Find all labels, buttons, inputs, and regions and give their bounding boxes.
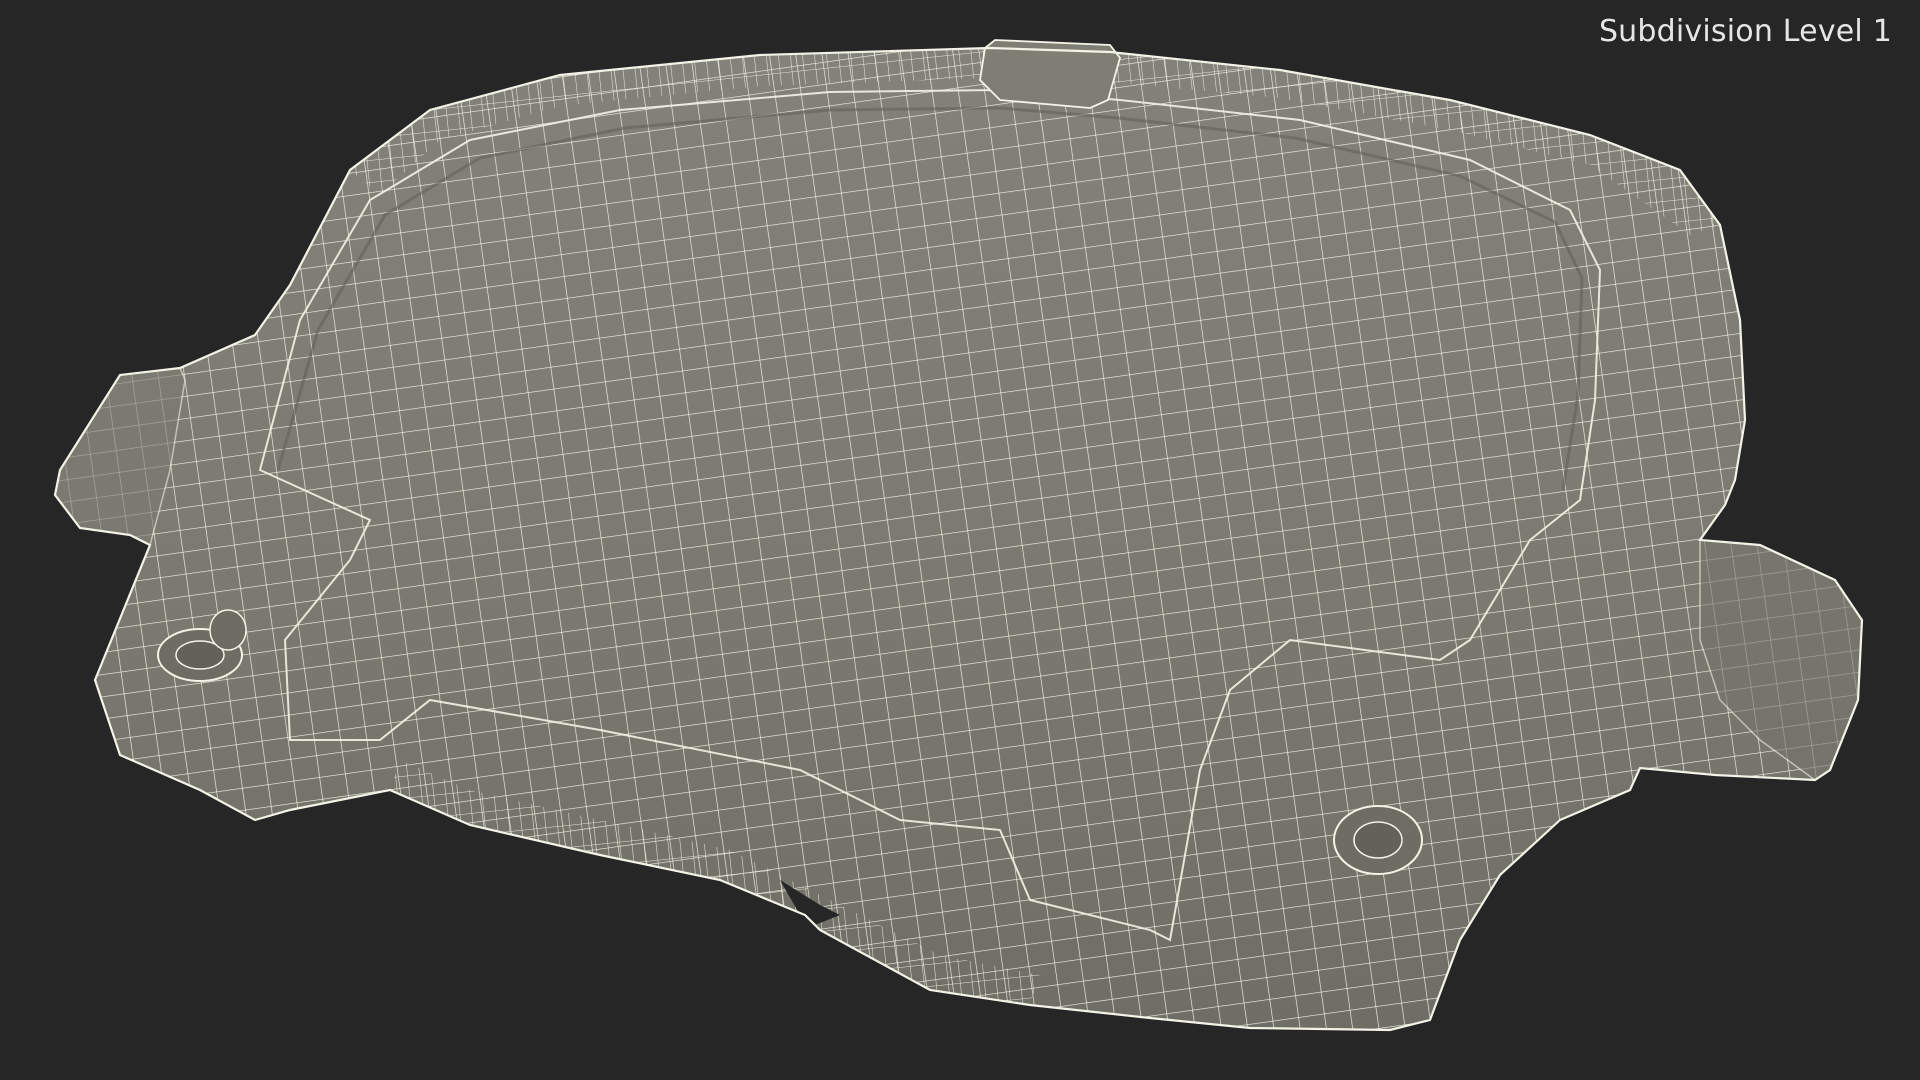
wireframe-mesh	[55, 48, 1862, 1030]
brake-pad-model	[53, 39, 1864, 1032]
mounting-dimple-right	[1333, 805, 1423, 875]
viewport: Subdivision Level 1	[0, 0, 1920, 1080]
